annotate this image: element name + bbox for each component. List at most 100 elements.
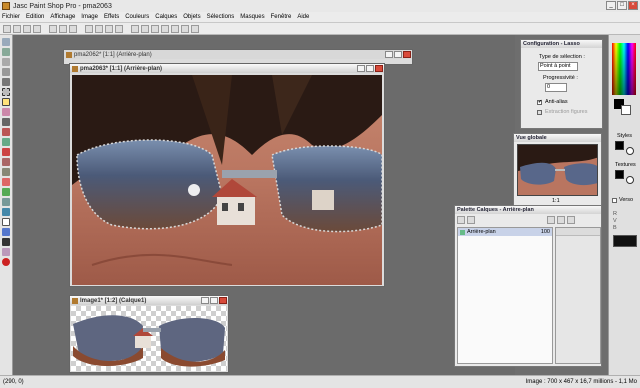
menu-objets[interactable]: Objets	[183, 14, 200, 20]
pen-tool-icon[interactable]	[2, 238, 10, 246]
minimize-icon[interactable]	[201, 297, 209, 304]
layer-lock-icon[interactable]	[557, 216, 565, 224]
cut-icon[interactable]	[49, 24, 57, 33]
deform-tool-icon[interactable]	[2, 58, 10, 66]
doc-window-image1[interactable]: Image1* [1:2] (Calque1)	[69, 295, 229, 373]
red-eye-icon[interactable]	[2, 258, 10, 266]
selection-tool-icon[interactable]	[2, 88, 10, 96]
texture-swatch[interactable]	[615, 170, 624, 179]
toggle-overview-icon[interactable]	[151, 24, 159, 33]
flood-fill-icon[interactable]	[2, 208, 10, 216]
magic-wand-icon[interactable]	[2, 108, 10, 116]
layer-canvas[interactable]	[71, 306, 227, 371]
menu-calques[interactable]: Calques	[155, 14, 177, 20]
menu-aide[interactable]: Aide	[297, 14, 309, 20]
maximize-icon[interactable]	[366, 65, 374, 72]
styles-label: Styles	[617, 133, 632, 139]
new-layer-icon[interactable]	[457, 216, 465, 224]
minimize-icon[interactable]	[357, 65, 365, 72]
maximize-button[interactable]: □	[617, 1, 627, 10]
browse-icon[interactable]	[105, 24, 113, 33]
object-selector-icon[interactable]	[2, 248, 10, 256]
layer-properties-row[interactable]	[556, 228, 600, 236]
color-replacer-icon[interactable]	[2, 148, 10, 156]
texture-null-icon[interactable]	[626, 176, 634, 184]
text-tool-icon[interactable]	[2, 218, 10, 226]
new-file-icon[interactable]	[3, 24, 11, 33]
doc-titlebar[interactable]: pma2062* [1:1] (Arrière-plan)	[64, 50, 412, 59]
layer-visibility-icon[interactable]	[547, 216, 555, 224]
background-color-swatch[interactable]	[621, 105, 631, 115]
minimize-button[interactable]: _	[606, 1, 616, 10]
undo-icon[interactable]	[85, 24, 93, 33]
shape-tool-icon[interactable]	[2, 228, 10, 236]
picture-tube-icon[interactable]	[2, 188, 10, 196]
print-icon[interactable]	[33, 24, 41, 33]
close-icon[interactable]	[219, 297, 227, 304]
reverse-checkbox[interactable]	[612, 198, 617, 203]
delete-layer-icon[interactable]	[467, 216, 475, 224]
menu-effets[interactable]: Effets	[104, 14, 119, 20]
paste-icon[interactable]	[69, 24, 77, 33]
menu-masques[interactable]: Masques	[240, 14, 264, 20]
camera-icon[interactable]	[191, 24, 199, 33]
style-swatch[interactable]	[615, 141, 624, 150]
toggle-tool-palette-icon[interactable]	[131, 24, 139, 33]
airbrush-icon[interactable]	[2, 198, 10, 206]
menu-selections[interactable]: Sélections	[207, 14, 235, 20]
retouch-icon[interactable]	[2, 158, 10, 166]
overview-thumbnail[interactable]	[517, 144, 598, 196]
extract-checkbox[interactable]	[537, 110, 542, 115]
toolbar-separator	[79, 25, 83, 33]
lasso-tool-icon[interactable]	[2, 98, 10, 106]
menu-edition[interactable]: Edition	[26, 14, 44, 20]
document-icon	[66, 51, 72, 58]
toggle-styles-icon[interactable]	[161, 24, 169, 33]
layer-mask-icon[interactable]	[567, 216, 575, 224]
feather-spinbox[interactable]: 0	[545, 83, 567, 92]
doc-titlebar[interactable]: Image1* [1:2] (Calque1)	[70, 296, 228, 305]
doc-title: Image1* [1:2] (Calque1)	[80, 297, 147, 304]
doc-titlebar[interactable]: pma2063* [1:1] (Arrière-plan)	[70, 64, 384, 73]
move-tool-icon[interactable]	[2, 78, 10, 86]
menu-image[interactable]: Image	[81, 14, 98, 20]
crop-tool-icon[interactable]	[2, 68, 10, 76]
scratch-remover-icon[interactable]	[2, 168, 10, 176]
menu-fichier[interactable]: Fichier	[2, 14, 20, 20]
maximize-icon[interactable]	[210, 297, 218, 304]
color-swatch-rainbow[interactable]	[612, 43, 636, 95]
face-glasses-image	[72, 75, 382, 285]
clone-brush-icon[interactable]	[2, 138, 10, 146]
tool-palette	[0, 35, 13, 375]
maximize-icon[interactable]	[394, 51, 402, 58]
pan-tool-icon[interactable]	[2, 38, 10, 46]
close-icon[interactable]	[403, 51, 411, 58]
close-button[interactable]: ×	[628, 1, 638, 10]
style-null-icon[interactable]	[626, 147, 634, 155]
paintbrush-icon[interactable]	[2, 128, 10, 136]
menu-affichage[interactable]: Affichage	[50, 14, 75, 20]
copy-icon[interactable]	[59, 24, 67, 33]
doc-window-pma2063[interactable]: pma2063* [1:1] (Arrière-plan)	[69, 63, 385, 287]
antialias-checkbox[interactable]: ✔	[537, 99, 542, 105]
close-icon[interactable]	[375, 65, 383, 72]
tool-options-palette: Configuration - Lasso Type de sélection …	[520, 39, 603, 129]
eyedropper-icon[interactable]	[2, 118, 10, 126]
selection-type-select[interactable]: Point à point	[538, 62, 578, 71]
menu-couleurs[interactable]: Couleurs	[125, 14, 149, 20]
redo-icon[interactable]	[95, 24, 103, 33]
script-icon[interactable]	[181, 24, 189, 33]
minimize-icon[interactable]	[385, 51, 393, 58]
menu-fenetre[interactable]: Fenêtre	[271, 14, 292, 20]
glasses-cutout-image	[73, 315, 225, 367]
toggle-histogram-icon[interactable]	[171, 24, 179, 33]
layer-type-icon	[460, 229, 465, 235]
eraser-icon[interactable]	[2, 178, 10, 186]
open-file-icon[interactable]	[13, 24, 21, 33]
save-icon[interactable]	[23, 24, 31, 33]
toggle-layers-icon[interactable]	[141, 24, 149, 33]
full-screen-icon[interactable]	[115, 24, 123, 33]
photo-canvas[interactable]	[72, 75, 382, 285]
zoom-tool-icon[interactable]	[2, 48, 10, 56]
layer-row[interactable]: Arrière-plan 100	[458, 228, 552, 236]
